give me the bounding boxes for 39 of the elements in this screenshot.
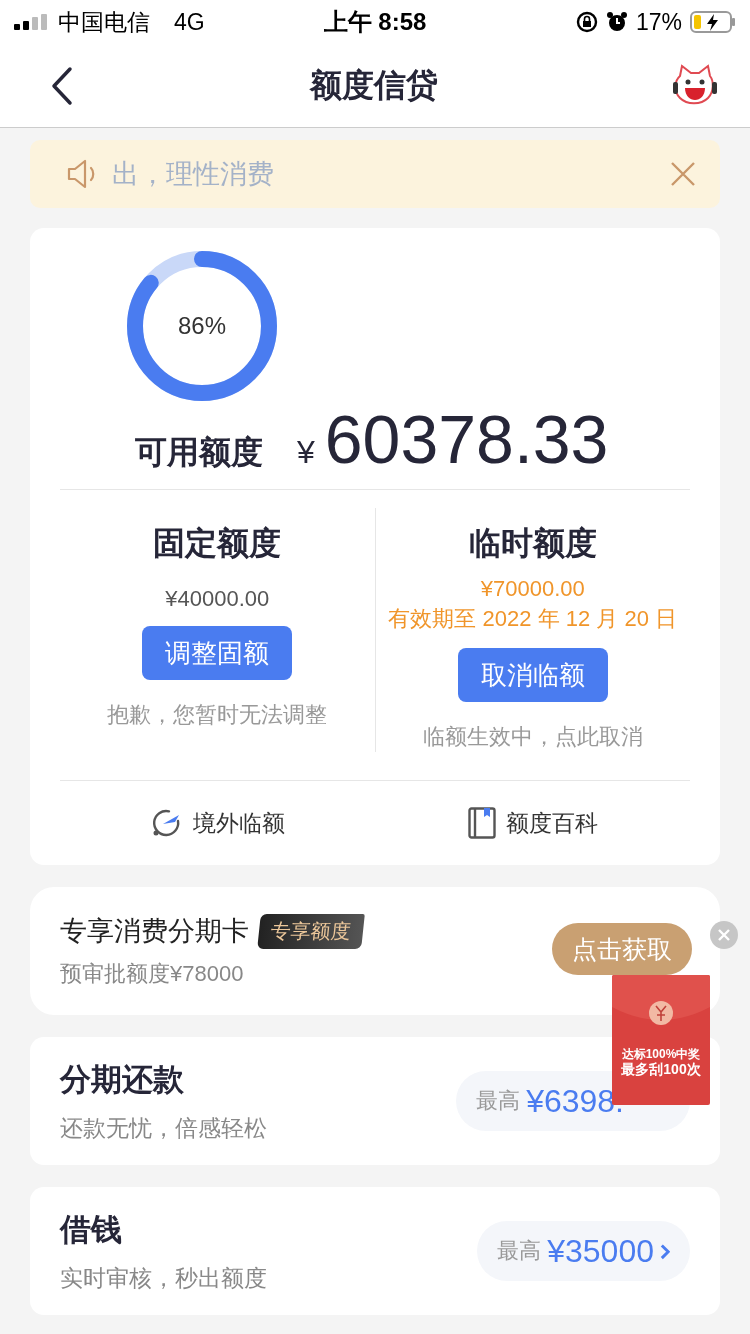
clock-time: 上午 8:58: [323, 7, 427, 37]
available-amount: 60378.33: [324, 400, 609, 478]
close-icon: [718, 929, 730, 941]
book-icon: [467, 807, 496, 839]
quota-note: 临额生效中，点此取消: [422, 723, 643, 751]
product-title: 分期还款: [60, 1060, 185, 1099]
quota-amount: ¥40000.00: [165, 586, 270, 612]
quota-title: 固定额度: [153, 524, 282, 563]
alarm-icon: [605, 11, 628, 33]
quota-button[interactable]: 调整固额: [142, 626, 293, 680]
usage-percent: 86%: [176, 312, 227, 340]
preapproved-amount: 预审批额度¥78000: [60, 960, 245, 988]
signal-icon: [14, 14, 48, 30]
quota-amount: ¥70000.00: [480, 576, 585, 602]
max-amount-pill[interactable]: 最高 ¥35000: [477, 1221, 690, 1281]
feature-link[interactable]: 额度百科: [375, 781, 690, 865]
exclusive-tag: 专享额度: [257, 913, 365, 949]
battery-percent: 17%: [635, 8, 682, 36]
quota-title: 临时额度: [468, 524, 597, 563]
promo-text: 达标100%中奖: [621, 1047, 701, 1062]
envelope-ad[interactable]: 达标100%中奖 最多刮100次: [612, 975, 710, 1105]
quota-button[interactable]: 取消临额: [457, 648, 608, 702]
product-subtitle: 实时审核，秒出额度: [60, 1263, 268, 1293]
page-title: 额度信贷: [310, 65, 438, 105]
get-button[interactable]: 点击获取: [552, 923, 692, 975]
feature-link[interactable]: 境外临额: [60, 781, 375, 865]
currency-sign: ¥: [297, 434, 315, 471]
battery-charging-icon: [690, 11, 736, 33]
rotation-lock-icon: [575, 11, 598, 33]
card-title: 专享消费分期卡: [60, 915, 249, 948]
product-card[interactable]: 借钱 实时审核，秒出额度 最高 ¥35000: [30, 1187, 720, 1315]
notice-text: 出，理性消费: [112, 158, 275, 191]
network-type: 4G: [174, 8, 205, 36]
available-label: 可用额度: [135, 433, 263, 472]
carrier-name: 中国电信: [58, 7, 150, 37]
validity-text: 有效期至 2022 年 12 月 20 日: [388, 605, 678, 633]
product-title: 借钱: [60, 1210, 123, 1249]
quota-note: 抱歉，您暂时无法调整: [107, 701, 328, 729]
product-subtitle: 还款无忧，倍感轻松: [60, 1113, 268, 1143]
